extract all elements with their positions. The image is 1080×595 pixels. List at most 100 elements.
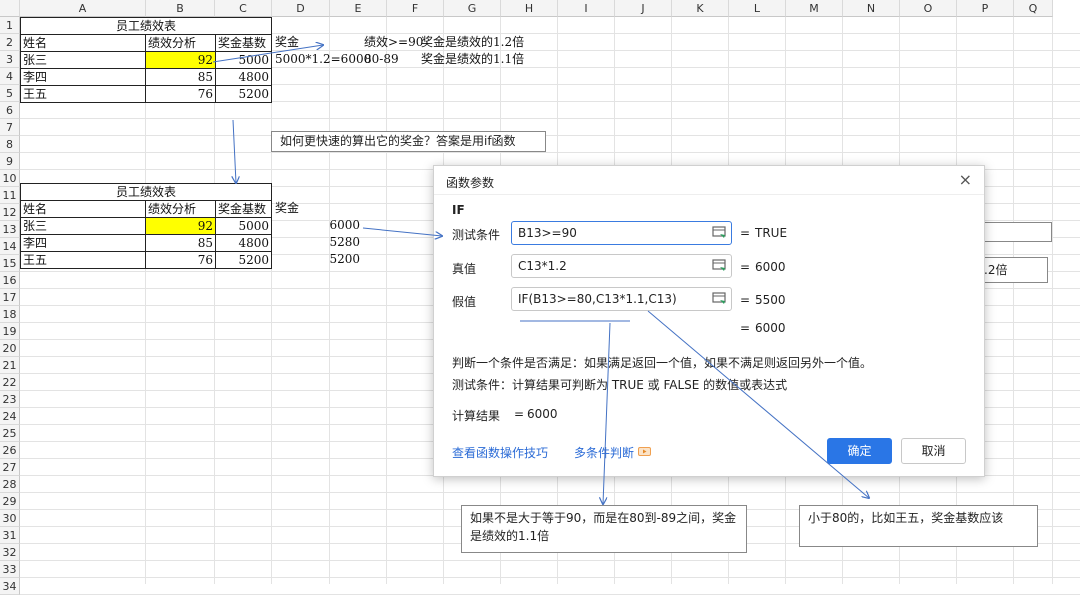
rule1-condition-cell[interactable]: 绩效>=90 (362, 34, 423, 52)
table1-row2-base[interactable]: 4800 (215, 68, 272, 86)
range-select-icon[interactable] (712, 225, 727, 240)
column-header-l[interactable]: L (729, 0, 786, 17)
row-header-21[interactable]: 21 (0, 357, 20, 374)
column-header-m[interactable]: M (786, 0, 843, 17)
table1-header-score[interactable]: 绩效分析 (145, 34, 216, 52)
column-header-b[interactable]: B (146, 0, 215, 17)
row-header-32[interactable]: 32 (0, 544, 20, 561)
close-icon[interactable]: × (959, 170, 972, 189)
table1-header-bonus[interactable]: 奖金 (273, 34, 330, 52)
table1-header-base[interactable]: 奖金基数 (215, 34, 272, 52)
row-header-33[interactable]: 33 (0, 561, 20, 578)
column-header-i[interactable]: I (558, 0, 615, 17)
column-header-n[interactable]: N (843, 0, 900, 17)
table2-title[interactable]: 员工绩效表 (20, 183, 272, 201)
table1-row2-name[interactable]: 李四 (20, 68, 146, 86)
row-header-27[interactable]: 27 (0, 459, 20, 476)
rule1-text-cell[interactable]: 奖金是绩效的1.2倍 (419, 34, 539, 52)
row-header-4[interactable]: 4 (0, 68, 20, 85)
row-header-18[interactable]: 18 (0, 306, 20, 323)
row-header-30[interactable]: 30 (0, 510, 20, 527)
table2-row1-base[interactable]: 5000 (215, 217, 272, 235)
table1-row2-score[interactable]: 85 (145, 68, 216, 86)
table2-row2-bonus[interactable]: 5280 (273, 234, 362, 252)
table1-header-name[interactable]: 姓名 (20, 34, 146, 52)
table2-row2-score[interactable]: 85 (145, 234, 216, 252)
rule2-text-cell[interactable]: 奖金是绩效的1.1倍 (419, 51, 539, 69)
row-header-6[interactable]: 6 (0, 102, 20, 119)
column-header-o[interactable]: O (900, 0, 957, 17)
column-header-k[interactable]: K (672, 0, 729, 17)
column-header-d[interactable]: D (272, 0, 330, 17)
row-header-31[interactable]: 31 (0, 527, 20, 544)
multi-condition-link[interactable]: 多条件判断 (574, 444, 634, 461)
table1-row3-name[interactable]: 王五 (20, 85, 146, 103)
table2-header-base[interactable]: 奖金基数 (215, 200, 272, 218)
table2-row2-base[interactable]: 4800 (215, 234, 272, 252)
column-header-e[interactable]: E (330, 0, 387, 17)
row-header-11[interactable]: 11 (0, 187, 20, 204)
row-header-20[interactable]: 20 (0, 340, 20, 357)
row-header-12[interactable]: 12 (0, 204, 20, 221)
range-select-icon[interactable] (712, 258, 727, 273)
row-header-26[interactable]: 26 (0, 442, 20, 459)
function-tips-link[interactable]: 查看函数操作技巧 (452, 444, 548, 461)
rule2-condition-cell[interactable]: 80-89 (362, 51, 422, 69)
table2-header-score[interactable]: 绩效分析 (145, 200, 216, 218)
column-header-h[interactable]: H (501, 0, 558, 17)
table1-title[interactable]: 员工绩效表 (20, 17, 272, 35)
row-header-29[interactable]: 29 (0, 493, 20, 510)
table1-row1-name[interactable]: 张三 (20, 51, 146, 69)
row-header-16[interactable]: 16 (0, 272, 20, 289)
row-header-22[interactable]: 22 (0, 374, 20, 391)
false-value-input[interactable]: IF(B13>=80,C13*1.1,C13) (511, 287, 732, 311)
row-header-1[interactable]: 1 (0, 17, 20, 34)
table2-row3-score[interactable]: 76 (145, 251, 216, 269)
table1-row3-score[interactable]: 76 (145, 85, 216, 103)
table2-row1-score[interactable]: 92 (145, 217, 216, 235)
spreadsheet[interactable]: ABCDEFGHIJKLMNOPQ 1 2 3 4 5 6 7 8 9 10 11 12 13 14 15 1… (0, 0, 1080, 595)
table2-row1-name[interactable]: 张三 (20, 217, 146, 235)
row-header-3[interactable]: 3 (0, 51, 20, 68)
table1-row1-score[interactable]: 92 (145, 51, 216, 69)
row-header-2[interactable]: 2 (0, 34, 20, 51)
table2-row1-bonus[interactable]: 6000 (273, 217, 362, 235)
column-header-f[interactable]: F (387, 0, 444, 17)
row-header-23[interactable]: 23 (0, 391, 20, 408)
table1-row1-base[interactable]: 5000 (215, 51, 272, 69)
row-header-7[interactable]: 7 (0, 119, 20, 136)
table2-header-name[interactable]: 姓名 (20, 200, 146, 218)
ok-button[interactable]: 确定 (827, 438, 892, 464)
column-header-q[interactable]: Q (1014, 0, 1053, 17)
row-header-10[interactable]: 10 (0, 170, 20, 187)
row-header-15[interactable]: 15 (0, 255, 20, 272)
calc-example-cell[interactable]: 5000*1.2=6000 (273, 51, 371, 69)
row-header-13[interactable]: 13 (0, 221, 20, 238)
true-value-input[interactable]: C13*1.2 (511, 254, 732, 278)
column-header-p[interactable]: P (957, 0, 1014, 17)
row-header-5[interactable]: 5 (0, 85, 20, 102)
column-header-a[interactable]: A (20, 0, 146, 17)
table2-row3-name[interactable]: 王五 (20, 251, 146, 269)
row-header-34[interactable]: 34 (0, 578, 20, 595)
table2-row3-base[interactable]: 5200 (215, 251, 272, 269)
cancel-button[interactable]: 取消 (901, 438, 966, 464)
table1-row3-base[interactable]: 5200 (215, 85, 272, 103)
row-header-9[interactable]: 9 (0, 153, 20, 170)
column-header-j[interactable]: J (615, 0, 672, 17)
test-condition-input[interactable]: B13>=90 (511, 221, 732, 245)
table2-header-bonus[interactable]: 奖金 (273, 200, 330, 218)
row-header-17[interactable]: 17 (0, 289, 20, 306)
row-header-24[interactable]: 24 (0, 408, 20, 425)
column-header-g[interactable]: G (444, 0, 501, 17)
row-header-19[interactable]: 19 (0, 323, 20, 340)
function-arguments-dialog[interactable]: 函数参数 × IF 测试条件 B13>=90 = TRUE 真值 C13*1.2… (433, 165, 985, 477)
row-header-8[interactable]: 8 (0, 136, 20, 153)
row-header-28[interactable]: 28 (0, 476, 20, 493)
table2-row2-name[interactable]: 李四 (20, 234, 146, 252)
column-header-c[interactable]: C (215, 0, 272, 17)
row-header-14[interactable]: 14 (0, 238, 20, 255)
range-select-icon[interactable] (712, 291, 727, 306)
select-all-corner[interactable] (0, 0, 20, 17)
row-header-25[interactable]: 25 (0, 425, 20, 442)
